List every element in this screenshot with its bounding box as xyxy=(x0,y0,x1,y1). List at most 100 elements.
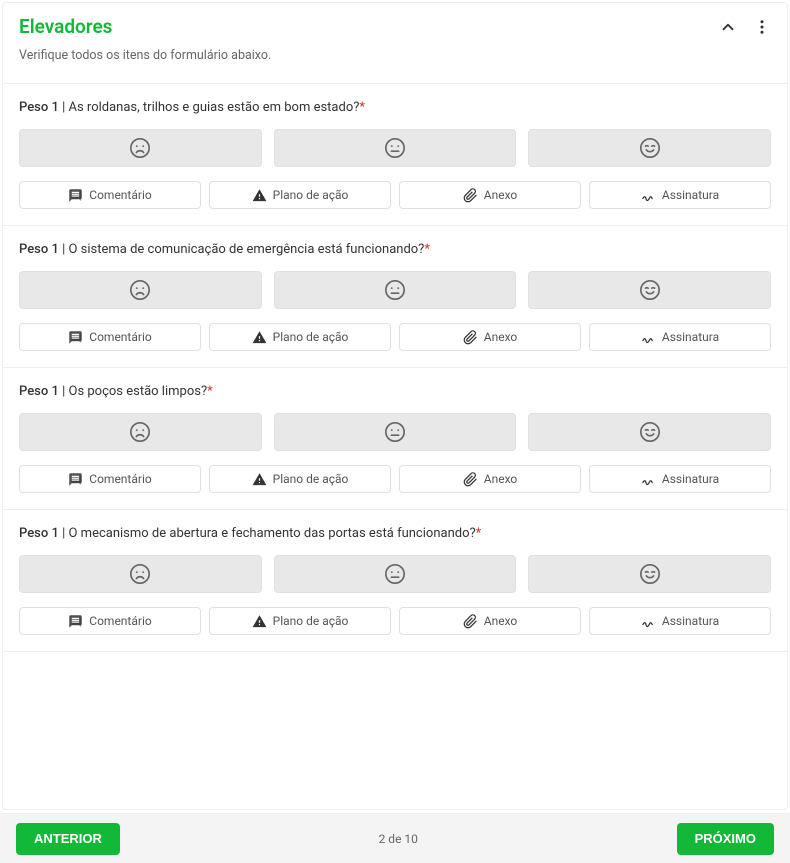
action-label: Anexo xyxy=(484,614,518,628)
sad-face-icon xyxy=(129,421,151,443)
next-button[interactable]: PRÓXIMO xyxy=(677,823,774,855)
action-plan-button[interactable]: Plano de ação xyxy=(209,323,391,351)
question-block: Peso 1 | Os poços estão limpos?* Comentá… xyxy=(3,367,787,509)
rating-happy-button[interactable] xyxy=(528,129,771,167)
question-label: As roldanas, trilhos e guias estão em bo… xyxy=(69,100,360,115)
rating-row xyxy=(19,271,771,309)
rating-neutral-button[interactable] xyxy=(274,271,517,309)
signature-button[interactable]: Assinatura xyxy=(589,323,771,351)
action-label: Comentário xyxy=(89,330,151,344)
action-row: Comentário Plano de ação Anexo Assinatur… xyxy=(19,323,771,351)
neutral-face-icon xyxy=(384,421,406,443)
happy-face-icon xyxy=(639,563,661,585)
rating-sad-button[interactable] xyxy=(19,129,262,167)
action-label: Comentário xyxy=(89,472,151,486)
paperclip-icon xyxy=(463,471,478,486)
action-plan-button[interactable]: Plano de ação xyxy=(209,181,391,209)
action-row: Comentário Plano de ação Anexo Assinatur… xyxy=(19,465,771,493)
sad-face-icon xyxy=(129,279,151,301)
attachment-button[interactable]: Anexo xyxy=(399,323,581,351)
rating-neutral-button[interactable] xyxy=(274,413,517,451)
neutral-face-icon xyxy=(384,137,406,159)
warning-icon xyxy=(252,613,267,628)
action-label: Plano de ação xyxy=(273,472,349,486)
more-menu-icon[interactable] xyxy=(753,17,771,37)
comment-icon xyxy=(68,471,83,486)
signature-icon xyxy=(641,329,656,344)
action-label: Plano de ação xyxy=(273,614,349,628)
comment-icon xyxy=(68,613,83,628)
rating-happy-button[interactable] xyxy=(528,555,771,593)
signature-button[interactable]: Assinatura xyxy=(589,607,771,635)
rating-row xyxy=(19,129,771,167)
rating-sad-button[interactable] xyxy=(19,555,262,593)
rating-sad-button[interactable] xyxy=(19,413,262,451)
action-row: Comentário Plano de ação Anexo Assinatur… xyxy=(19,181,771,209)
comment-button[interactable]: Comentário xyxy=(19,323,201,351)
comment-button[interactable]: Comentário xyxy=(19,465,201,493)
action-plan-button[interactable]: Plano de ação xyxy=(209,465,391,493)
question-block-partial xyxy=(3,651,787,698)
required-indicator: * xyxy=(424,242,430,257)
question-label: O sistema de comunicação de emergência e… xyxy=(69,242,425,257)
warning-icon xyxy=(252,187,267,202)
neutral-face-icon xyxy=(384,279,406,301)
required-indicator: * xyxy=(476,526,482,541)
signature-button[interactable]: Assinatura xyxy=(589,181,771,209)
rating-happy-button[interactable] xyxy=(528,271,771,309)
question-text: Peso 1 | Os poços estão limpos?* xyxy=(19,384,771,399)
section-title: Elevadores xyxy=(19,15,112,38)
sad-face-icon xyxy=(129,137,151,159)
question-weight-prefix: Peso 1 xyxy=(19,384,59,399)
action-label: Plano de ação xyxy=(273,188,349,202)
comment-button[interactable]: Comentário xyxy=(19,607,201,635)
rating-row xyxy=(19,413,771,451)
question-text: Peso 1 | O mecanismo de abertura e fecha… xyxy=(19,526,771,541)
rating-neutral-button[interactable] xyxy=(274,555,517,593)
section-subtitle: Verifique todos os itens do formulário a… xyxy=(3,42,787,83)
action-label: Anexo xyxy=(484,330,518,344)
action-label: Assinatura xyxy=(662,614,719,628)
question-label: O mecanismo de abertura e fechamento das… xyxy=(69,526,476,541)
rating-neutral-button[interactable] xyxy=(274,129,517,167)
action-label: Assinatura xyxy=(662,330,719,344)
action-row: Comentário Plano de ação Anexo Assinatur… xyxy=(19,607,771,635)
question-block: Peso 1 | O sistema de comunicação de eme… xyxy=(3,225,787,367)
footer-nav: ANTERIOR 2 de 10 PRÓXIMO xyxy=(0,813,790,863)
question-weight-prefix: Peso 1 xyxy=(19,526,59,541)
comment-button[interactable]: Comentário xyxy=(19,181,201,209)
signature-icon xyxy=(641,613,656,628)
attachment-button[interactable]: Anexo xyxy=(399,607,581,635)
attachment-button[interactable]: Anexo xyxy=(399,181,581,209)
comment-icon xyxy=(68,187,83,202)
question-block: Peso 1 | O mecanismo de abertura e fecha… xyxy=(3,509,787,651)
action-label: Assinatura xyxy=(662,188,719,202)
question-weight-prefix: Peso 1 xyxy=(19,242,59,257)
paperclip-icon xyxy=(463,329,478,344)
signature-icon xyxy=(641,471,656,486)
question-block: Peso 1 | As roldanas, trilhos e guias es… xyxy=(3,83,787,225)
comment-icon xyxy=(68,329,83,344)
sad-face-icon xyxy=(129,563,151,585)
action-label: Anexo xyxy=(484,188,518,202)
rating-happy-button[interactable] xyxy=(528,413,771,451)
action-plan-button[interactable]: Plano de ação xyxy=(209,607,391,635)
required-indicator: * xyxy=(359,100,365,115)
action-label: Anexo xyxy=(484,472,518,486)
question-weight-prefix: Peso 1 xyxy=(19,100,59,115)
signature-button[interactable]: Assinatura xyxy=(589,465,771,493)
prev-button[interactable]: ANTERIOR xyxy=(16,823,120,855)
section-header: Elevadores xyxy=(3,3,787,42)
page-indicator: 2 de 10 xyxy=(379,832,418,846)
signature-icon xyxy=(641,187,656,202)
action-label: Plano de ação xyxy=(273,330,349,344)
collapse-icon[interactable] xyxy=(719,17,737,37)
question-text: Peso 1 | O sistema de comunicação de eme… xyxy=(19,242,771,257)
warning-icon xyxy=(252,329,267,344)
content-scroll-area[interactable]: Elevadores Verifique todos os itens do f… xyxy=(2,2,788,810)
rating-sad-button[interactable] xyxy=(19,271,262,309)
happy-face-icon xyxy=(639,137,661,159)
happy-face-icon xyxy=(639,421,661,443)
required-indicator: * xyxy=(207,384,213,399)
attachment-button[interactable]: Anexo xyxy=(399,465,581,493)
